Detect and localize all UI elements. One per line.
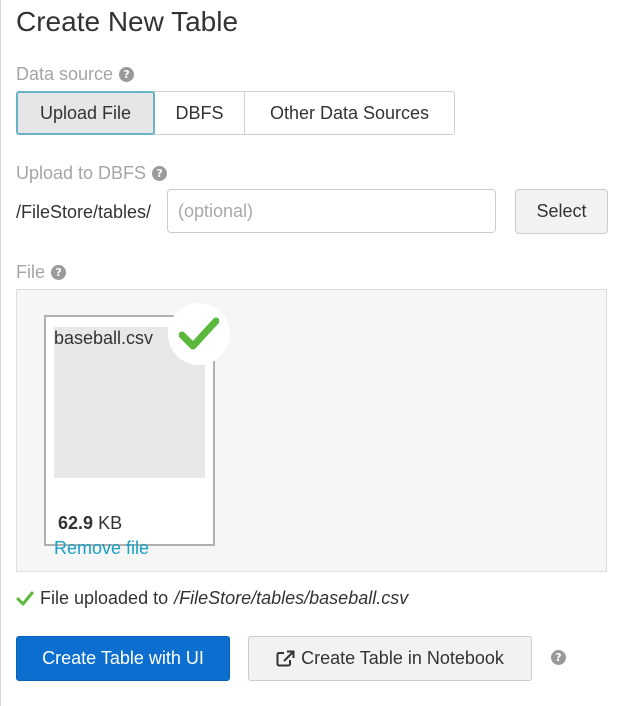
upload-status-text: File uploaded to (40, 588, 169, 608)
help-icon[interactable]: ? (119, 67, 135, 82)
page-title: Create New Table (16, 6, 239, 37)
external-link-icon (276, 650, 295, 667)
file-size-value: 62.9 (58, 513, 94, 533)
data-source-label: Data source ? (16, 64, 135, 85)
create-table-in-notebook-label: Create Table in Notebook (301, 648, 504, 668)
left-border (0, 0, 1, 706)
dbfs-path-input[interactable] (167, 189, 496, 233)
upload-to-dbfs-label: Upload to DBFS ? (16, 163, 168, 184)
create-table-with-ui-button[interactable]: Create Table with UI (16, 636, 230, 681)
tab-other-data-sources[interactable]: Other Data Sources (244, 91, 455, 135)
upload-status-path: /FileStore/tables/baseball.csv (174, 588, 409, 608)
upload-status: File uploaded to /FileStore/tables/baseb… (16, 588, 408, 609)
file-label-text: File (16, 262, 46, 282)
help-icon[interactable]: ? (551, 650, 566, 665)
file-dropzone[interactable]: baseball.csv 62.9 KB Remove file (16, 289, 607, 572)
tab-upload-file[interactable]: Upload File (16, 91, 155, 135)
file-size: 62.9 KB (58, 513, 122, 534)
data-source-tabs: Upload File DBFS Other Data Sources (16, 91, 455, 135)
file-card: baseball.csv 62.9 KB Remove file (44, 303, 230, 558)
upload-success-badge (168, 303, 230, 365)
data-source-label-text: Data source (16, 64, 114, 84)
remove-file-link[interactable]: Remove file (54, 538, 149, 559)
tab-dbfs[interactable]: DBFS (154, 91, 245, 135)
create-table-in-notebook-button[interactable]: Create Table in Notebook (248, 636, 532, 681)
dbfs-path-prefix: /FileStore/tables/ (16, 202, 152, 222)
select-button[interactable]: Select (515, 189, 608, 234)
help-icon[interactable]: ? (152, 166, 168, 181)
checkmark-icon (179, 317, 219, 350)
file-size-unit: KB (98, 513, 123, 533)
upload-to-dbfs-label-text: Upload to DBFS (16, 163, 147, 183)
checkmark-icon (16, 591, 34, 606)
file-label: File ? (16, 262, 67, 283)
file-name: baseball.csv (54, 328, 154, 348)
help-icon[interactable]: ? (51, 265, 67, 280)
